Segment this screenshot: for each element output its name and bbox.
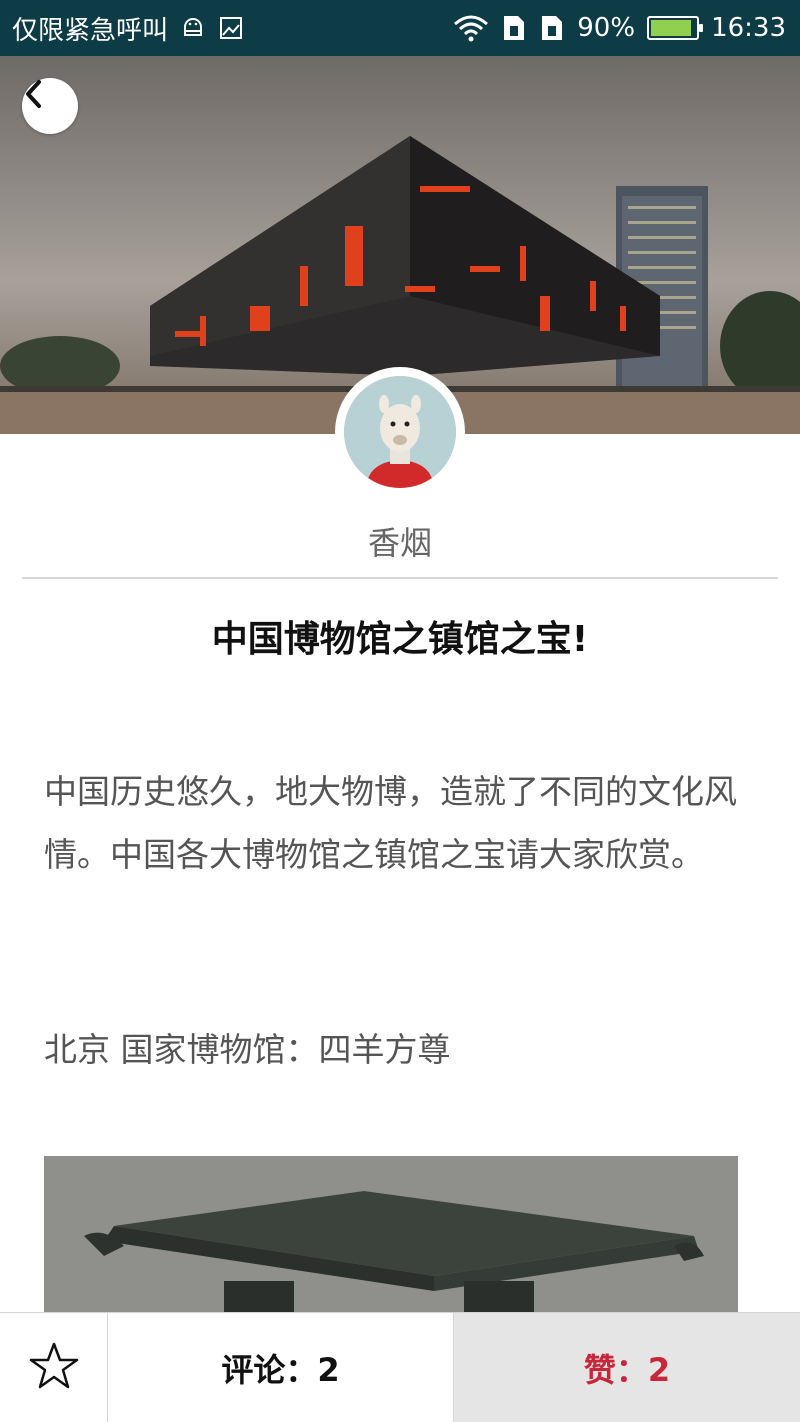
article-intro: 中国历史悠久，地大物博，造就了不同的文化风情。中国各大博物馆之镇馆之宝请大家欣赏…: [44, 772, 737, 874]
status-left: 仅限紧急呼叫: [12, 10, 244, 47]
status-time: 16:33: [711, 13, 786, 43]
carrier-text: 仅限紧急呼叫: [12, 15, 169, 46]
status-right: 90% 16:33: [453, 13, 786, 43]
bronze-vessel-photo: [44, 1156, 738, 1316]
like-button[interactable]: 赞：2: [454, 1313, 800, 1422]
sim1-icon: [501, 14, 527, 42]
favorite-button[interactable]: [0, 1313, 108, 1422]
alpaca-avatar: [344, 376, 456, 488]
image-icon: [218, 15, 244, 41]
battery-percent: 90%: [577, 13, 636, 43]
comment-button[interactable]: 评论：2: [108, 1313, 454, 1422]
battery-icon: [647, 16, 704, 40]
article-title: 中国博物馆之镇馆之宝!: [211, 619, 589, 660]
status-bar: 仅限紧急呼叫 90% 16:33: [0, 0, 800, 56]
sim2-icon: [539, 14, 565, 42]
back-button[interactable]: [22, 78, 78, 134]
android-icon: [180, 15, 206, 41]
wifi-icon: [453, 14, 489, 42]
avatar[interactable]: [335, 367, 465, 497]
divider: [22, 577, 778, 579]
star-outline-icon: [28, 1341, 80, 1395]
bottom-action-bar: 评论：2 赞：2: [0, 1312, 800, 1422]
author-name: 香烟: [367, 524, 432, 562]
article-section-line: 北京 国家博物馆：四羊方尊: [44, 1030, 451, 1069]
